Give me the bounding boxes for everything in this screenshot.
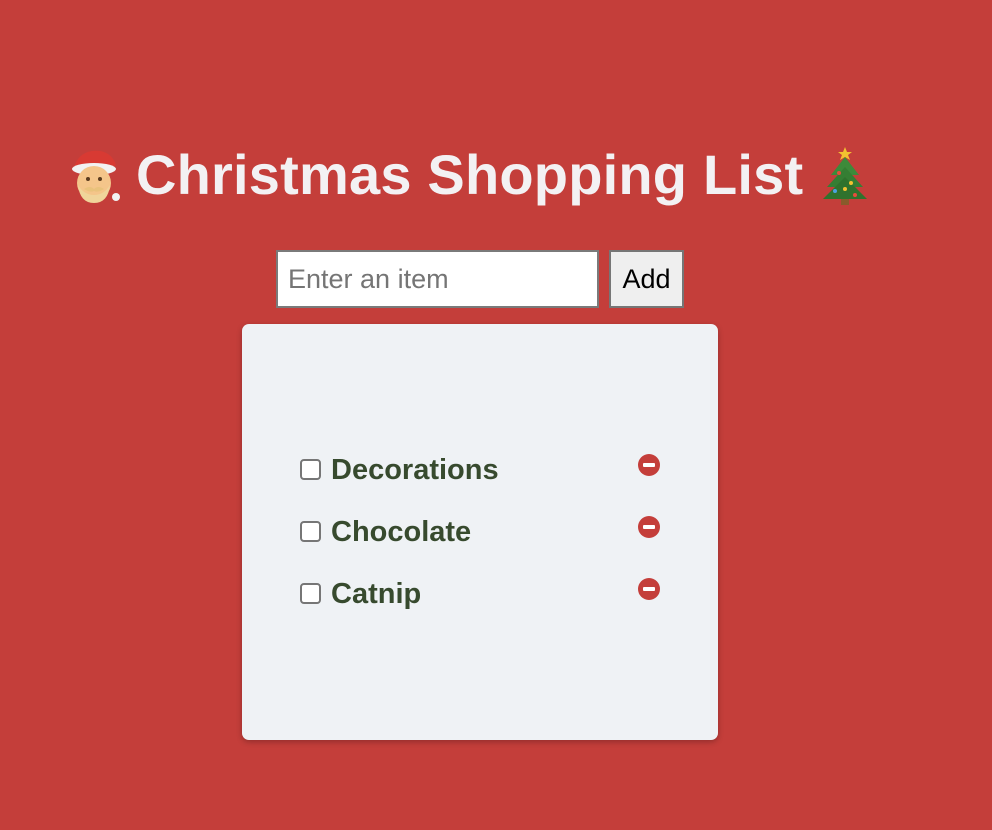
page-title: Christmas Shopping List	[66, 142, 873, 207]
shopping-list-card: Decorations Chocolate Catnip	[242, 324, 718, 740]
list-item: Catnip	[300, 572, 662, 634]
page: Christmas Shopping List Add Decora	[0, 0, 992, 830]
item-label: Chocolate	[331, 516, 472, 548]
add-button[interactable]: Add	[609, 250, 684, 308]
item-checkbox[interactable]	[300, 583, 321, 604]
remove-icon[interactable]	[638, 578, 660, 600]
item-checkbox[interactable]	[300, 459, 321, 480]
item-label: Decorations	[331, 454, 499, 486]
list-item: Decorations	[300, 448, 662, 510]
add-item-form: Add	[276, 250, 684, 308]
shopping-list: Decorations Chocolate Catnip	[300, 448, 662, 634]
list-item: Chocolate	[300, 510, 662, 572]
christmas-tree-icon	[817, 145, 873, 205]
item-label: Catnip	[331, 578, 422, 610]
item-input[interactable]	[276, 250, 599, 308]
santa-icon	[66, 145, 122, 205]
page-title-text: Christmas Shopping List	[136, 143, 804, 206]
remove-icon[interactable]	[638, 516, 660, 538]
remove-icon[interactable]	[638, 454, 660, 476]
item-checkbox[interactable]	[300, 521, 321, 542]
